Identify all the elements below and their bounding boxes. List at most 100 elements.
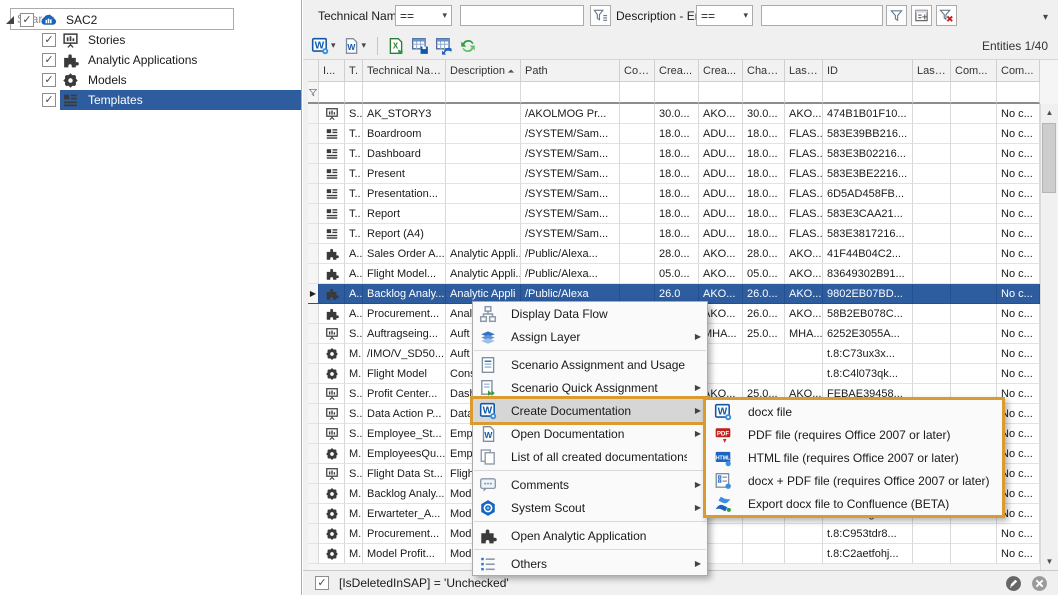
column-header-last2[interactable]: Last...	[913, 60, 951, 82]
cell-crea1[interactable]: 18.0...	[655, 224, 699, 244]
cell-chan[interactable]	[743, 344, 785, 364]
cell-last2[interactable]	[913, 244, 951, 264]
cell-chan[interactable]: 18.0...	[743, 224, 785, 244]
cell-id[interactable]: 9802EB07BD...	[823, 284, 913, 304]
column-header-id[interactable]: ID	[823, 60, 913, 82]
cell-com1[interactable]	[951, 124, 997, 144]
cell-com2[interactable]: No c...	[997, 524, 1040, 544]
table-row[interactable]: T..Dashboard/SYSTEM/Sam...18.0...ADU...1…	[308, 144, 1040, 164]
tree-item-analytic-applications[interactable]: ✓Analytic Applications	[0, 50, 301, 70]
cell-tech[interactable]: Backlog Analy...	[363, 484, 446, 504]
cell-conn[interactable]	[620, 104, 655, 124]
menu-item-list-of-all-created-documentations[interactable]: List of all created documentations	[473, 445, 707, 468]
column-header-crea1[interactable]: Crea...	[655, 60, 699, 82]
cell-com1[interactable]	[951, 344, 997, 364]
cell-tech[interactable]: Procurement...	[363, 304, 446, 324]
cell-type[interactable]: M.	[345, 444, 363, 464]
cell-tech[interactable]: Flight Model	[363, 364, 446, 384]
cell-tech[interactable]: /IMO/V_SD50...	[363, 344, 446, 364]
cell-tech[interactable]: Procurement...	[363, 524, 446, 544]
cell-type[interactable]: S..	[345, 404, 363, 424]
cell-com2[interactable]: No c...	[997, 264, 1040, 284]
cell-last2[interactable]	[913, 364, 951, 384]
filter-cell-type[interactable]	[345, 82, 363, 104]
cell-type[interactable]: A..	[345, 284, 363, 304]
column-header-com2[interactable]: Com...	[997, 60, 1040, 82]
submenu-item-pdf-file-requires-office-2007-or-later[interactable]: PDFPDF file (requires Office 2007 or lat…	[706, 423, 1002, 446]
load-table-layout-button[interactable]	[433, 35, 455, 57]
cell-tech[interactable]: Profit Center...	[363, 384, 446, 404]
cell-last2[interactable]	[913, 284, 951, 304]
cell-last2[interactable]	[913, 224, 951, 244]
cell-type[interactable]: T..	[345, 204, 363, 224]
cell-com2[interactable]: No c...	[997, 344, 1040, 364]
column-header-last1[interactable]: Last...	[785, 60, 823, 82]
cell-crea2[interactable]: ADU...	[699, 164, 743, 184]
cell-last1[interactable]: FLAS...	[785, 204, 823, 224]
cell-conn[interactable]	[620, 224, 655, 244]
chevron-down-icon[interactable]: ▾	[362, 40, 367, 51]
filter-cell-icon[interactable]	[319, 82, 345, 104]
cell-last1[interactable]: AKO...	[785, 244, 823, 264]
column-header-desc[interactable]: Description	[446, 60, 521, 82]
cell-type[interactable]: A..	[345, 304, 363, 324]
cell-path[interactable]: /SYSTEM/Sam...	[521, 124, 620, 144]
column-header-crea2[interactable]: Crea...	[699, 60, 743, 82]
menu-item-display-data-flow[interactable]: Display Data Flow	[473, 302, 707, 325]
cell-com2[interactable]: No c...	[997, 364, 1040, 384]
menu-item-open-analytic-application[interactable]: Open Analytic Application	[473, 524, 707, 547]
cell-com1[interactable]	[951, 244, 997, 264]
cell-chan[interactable]: 26.0...	[743, 304, 785, 324]
refresh-button[interactable]	[457, 35, 479, 57]
cell-id[interactable]: t.8:C4l073qk...	[823, 364, 913, 384]
table-row[interactable]: T..Report (A4)/SYSTEM/Sam...18.0...ADU..…	[308, 224, 1040, 244]
cell-last2[interactable]	[913, 184, 951, 204]
cell-path[interactable]: /Public/Alexa...	[521, 244, 620, 264]
cell-type[interactable]: S..	[345, 384, 363, 404]
cell-com2[interactable]: No c...	[997, 204, 1040, 224]
cell-path[interactable]: /AKOLMOG Pr...	[521, 104, 620, 124]
cell-crea2[interactable]: ADU...	[699, 184, 743, 204]
open-documentation-button[interactable]: W▾	[340, 35, 369, 57]
cell-crea2[interactable]: ADU...	[699, 124, 743, 144]
menu-item-assign-layer[interactable]: Assign Layer▶	[473, 325, 707, 348]
cell-crea1[interactable]: 05.0...	[655, 264, 699, 284]
cell-com2[interactable]: No c...	[997, 304, 1040, 324]
cell-chan[interactable]: 18.0...	[743, 184, 785, 204]
submenu-item-docx-pdf-file-requires-office-2007-or-later[interactable]: docx + PDF file (requires Office 2007 or…	[706, 469, 1002, 492]
cell-tech[interactable]: Data Action P...	[363, 404, 446, 424]
checkbox[interactable]: ✓	[42, 93, 56, 107]
cell-desc[interactable]	[446, 104, 521, 124]
cell-conn[interactable]	[620, 164, 655, 184]
cell-tech[interactable]: Model Profit...	[363, 544, 446, 564]
filter-cell-chan[interactable]	[743, 82, 785, 104]
menu-item-system-scout[interactable]: System Scout▶	[473, 496, 707, 519]
cell-tech[interactable]: Dashboard	[363, 144, 446, 164]
table-row[interactable]: T..Present/SYSTEM/Sam...18.0...ADU...18.…	[308, 164, 1040, 184]
cell-type[interactable]: S..	[345, 424, 363, 444]
cell-crea2[interactable]: ADU...	[699, 144, 743, 164]
cell-crea1[interactable]: 18.0...	[655, 124, 699, 144]
cell-last1[interactable]: FLAS...	[785, 184, 823, 204]
cell-last1[interactable]: FLAS...	[785, 164, 823, 184]
cell-type[interactable]: M.	[345, 544, 363, 564]
filter-input-description[interactable]	[761, 5, 883, 26]
cell-id[interactable]: t.8:C2aetfohj...	[823, 544, 913, 564]
checkbox[interactable]: ✓	[42, 73, 56, 87]
filter-settings-button[interactable]	[590, 5, 611, 26]
cell-last2[interactable]	[913, 124, 951, 144]
column-header-conn[interactable]: Conn...	[620, 60, 655, 82]
cell-id[interactable]: 583E39BB216...	[823, 124, 913, 144]
cell-tech[interactable]: Boardroom	[363, 124, 446, 144]
cell-tech[interactable]: Employee_St...	[363, 424, 446, 444]
menu-item-scenario-assignment-and-usage[interactable]: Scenario Assignment and Usage	[473, 353, 707, 376]
create-documentation-button[interactable]: W▾	[309, 35, 338, 57]
cell-id[interactable]: 58B2EB078C...	[823, 304, 913, 324]
cell-type[interactable]: T..	[345, 144, 363, 164]
cell-com1[interactable]	[951, 304, 997, 324]
cell-com2[interactable]: No c...	[997, 224, 1040, 244]
cell-tech[interactable]: Presentation...	[363, 184, 446, 204]
cell-id[interactable]: 583E3BE2216...	[823, 164, 913, 184]
cell-desc[interactable]: Analytic Appli...	[446, 244, 521, 264]
cell-type[interactable]: M.	[345, 344, 363, 364]
